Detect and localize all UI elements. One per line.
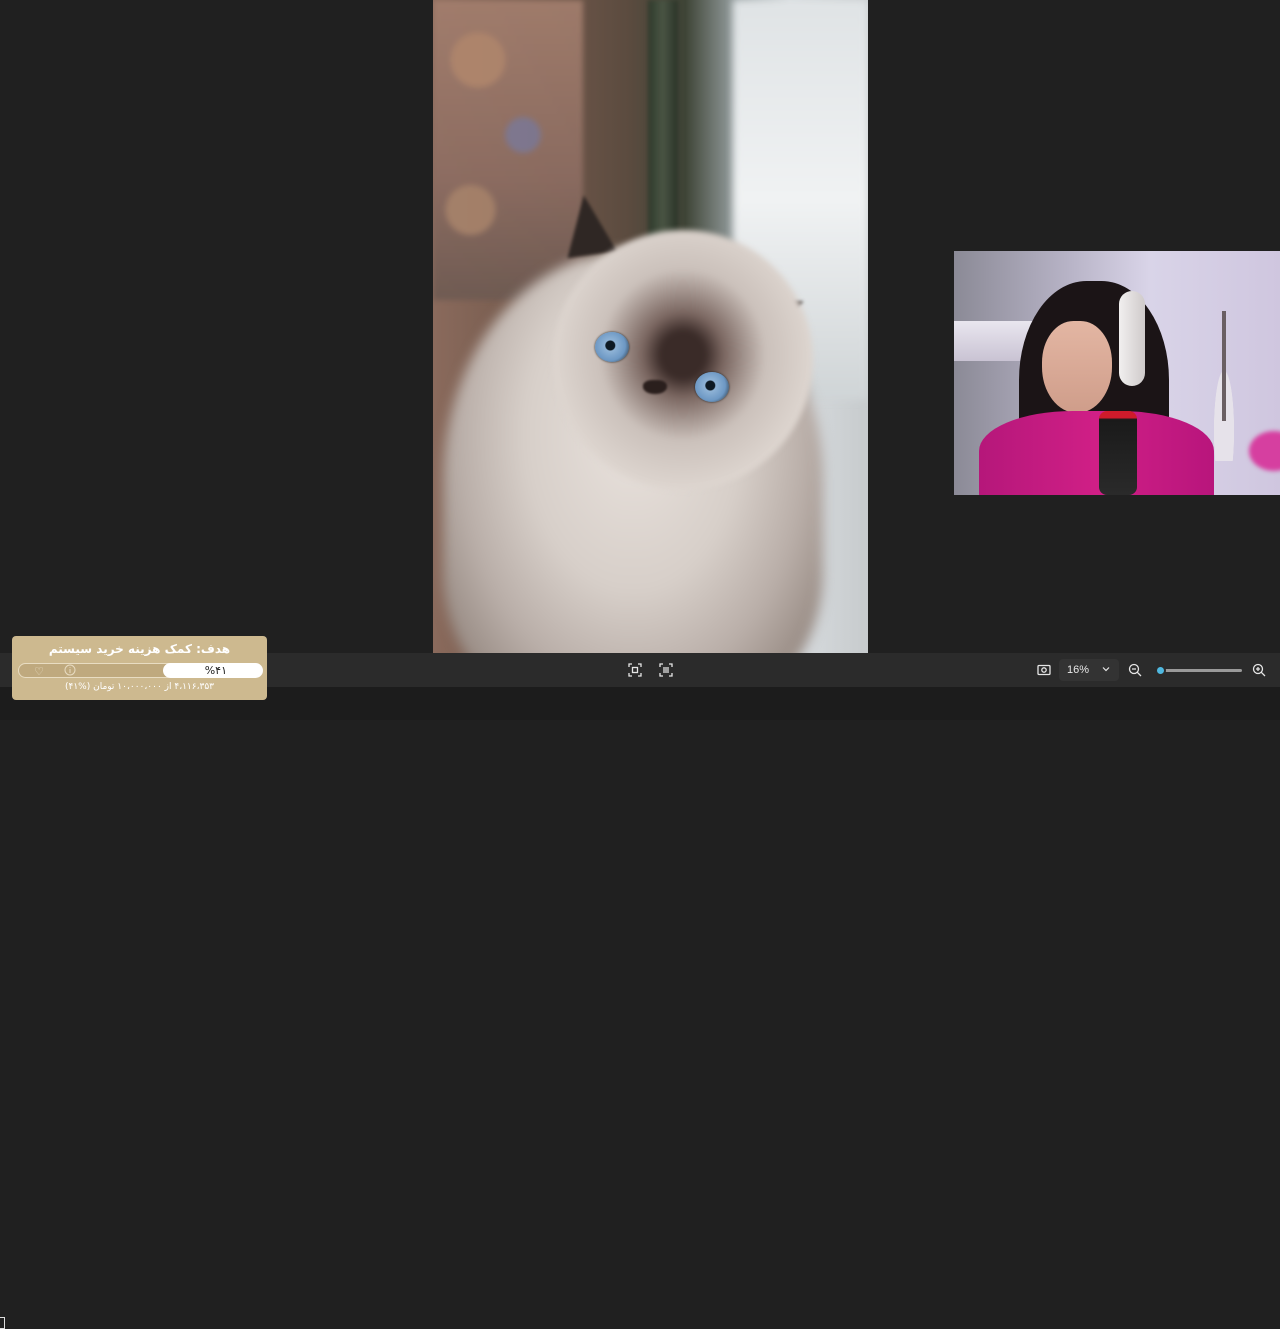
zoom-level-value: 16% [1067,664,1090,676]
cat-eye-right [695,372,729,402]
zoom-level-select[interactable]: 16% [1059,659,1119,681]
cat-eye-left [595,332,629,362]
cat-photo [433,0,868,653]
cat-nose [643,380,667,394]
zoom-slider[interactable] [1155,665,1242,676]
actual-size-icon[interactable] [656,660,676,680]
fit-to-screen-icon[interactable] [625,660,645,680]
zoom-in-icon[interactable] [1249,660,1269,680]
headphone [1119,291,1145,386]
cat-head [553,230,813,490]
streamer-shirt [979,411,1214,495]
photo-background-rug [433,0,583,300]
cat-ear-left [559,191,617,259]
zoom-slider-thumb[interactable] [1155,665,1166,676]
pink-decoration [1249,431,1280,471]
goal-amount-text: ۴،۱۱۶،۳۵۳ از ۱۰،۰۰۰،۰۰۰ تومان (%۴۱) [64,682,215,692]
donation-goal-widget: هدف: کمک هزینه خرید سیستم %۴۱ ♡ ۴،۱۱۶،۳۵… [12,636,267,700]
microphone [1099,411,1137,495]
goal-title: هدف: کمک هزینه خرید سیستم [48,642,231,656]
zoom-out-icon[interactable] [1125,660,1145,680]
side-panel-toggle-icon[interactable] [0,1317,5,1329]
screenshot-icon[interactable] [1034,660,1054,680]
webcam-overlay [954,251,1280,495]
chevron-down-icon [1102,667,1110,672]
goal-percent: %۴۱ [204,664,227,677]
streamer-face [1042,321,1112,413]
heart-icon: ♡ [34,665,44,678]
info-icon [64,664,76,676]
image-viewer [0,0,1280,653]
